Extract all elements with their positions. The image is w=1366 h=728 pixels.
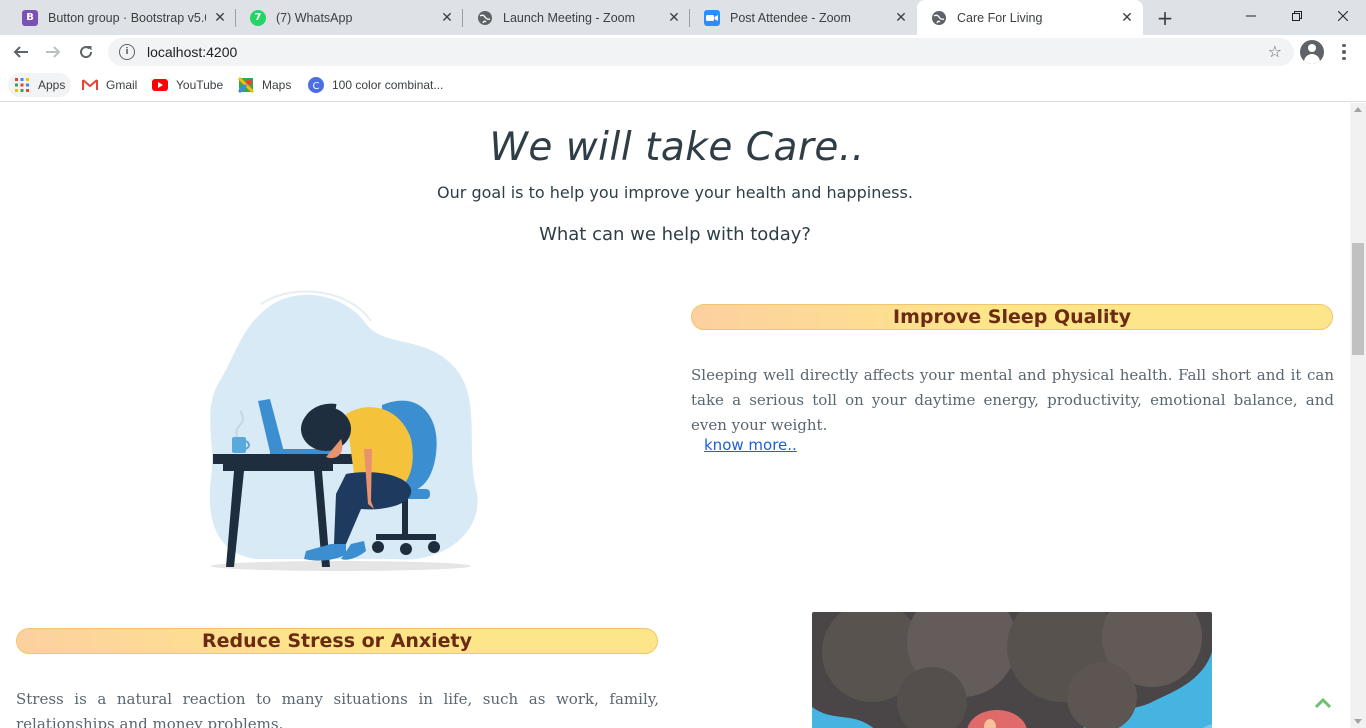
profile-avatar-icon[interactable] xyxy=(1300,40,1324,64)
tab-title: Care For Living xyxy=(957,10,1043,25)
close-tab-icon[interactable]: ✕ xyxy=(1119,10,1135,26)
scrollbar-thumb[interactable] xyxy=(1352,243,1364,355)
bookmark-label: 100 color combinat... xyxy=(332,78,444,92)
bookmark-label: Apps xyxy=(38,78,66,92)
tab-title: Launch Meeting - Zoom xyxy=(503,10,636,25)
storm-cloud-image xyxy=(812,612,1212,728)
bookmark-youtube[interactable]: YouTube xyxy=(146,73,229,97)
tab-care-for-living[interactable]: Care For Living ✕ xyxy=(917,0,1143,35)
new-tab-button[interactable]: + xyxy=(1153,6,1177,30)
scroll-to-top-icon[interactable] xyxy=(1314,695,1332,709)
scroll-down-icon[interactable] xyxy=(1354,719,1362,724)
tab-title: Post Attendee - Zoom xyxy=(730,10,851,25)
close-window-button[interactable] xyxy=(1320,0,1366,32)
tab-title: Button group · Bootstrap v5.0 xyxy=(48,10,206,25)
know-more-link[interactable]: know more.. xyxy=(704,436,797,454)
page-scrollbar[interactable] xyxy=(1350,103,1366,728)
bookmark-apps[interactable]: Apps xyxy=(8,73,72,97)
section-text-stress: Stress is a natural reaction to many sit… xyxy=(16,690,659,728)
svg-text:C: C xyxy=(313,81,320,92)
bookmark-maps[interactable]: Maps xyxy=(232,73,297,97)
page-title: We will take Care.. xyxy=(489,125,865,170)
browser-menu-icon[interactable] xyxy=(1336,41,1352,63)
section-text-sleep: Sleeping well directly affects your ment… xyxy=(691,366,1334,434)
tab-launch-meeting[interactable]: Launch Meeting - Zoom ✕ xyxy=(463,0,690,35)
address-bar[interactable]: i localhost:4200 ☆ xyxy=(108,38,1294,66)
tab-post-attendee[interactable]: Post Attendee - Zoom ✕ xyxy=(690,0,917,35)
minimize-button[interactable] xyxy=(1228,0,1274,32)
youtube-icon xyxy=(152,77,168,93)
reload-button[interactable] xyxy=(73,39,99,65)
canva-icon: C xyxy=(308,77,324,93)
maps-icon xyxy=(238,77,254,93)
info-icon[interactable]: i xyxy=(119,44,135,60)
forward-button[interactable] xyxy=(40,39,66,65)
help-question: What can we help with today? xyxy=(539,224,811,245)
tab-strip: B Button group · Bootstrap v5.0 ✕ 7 (7) … xyxy=(0,0,1366,35)
bookmarks-bar: Apps Gmail YouTube Maps C 100 color comb… xyxy=(0,69,1366,102)
whatsapp-icon: 7 xyxy=(250,9,266,26)
close-tab-icon[interactable]: ✕ xyxy=(666,10,682,26)
apps-grid-icon xyxy=(14,77,30,93)
tired-woman-illustration xyxy=(196,289,486,571)
bookmark-label: Maps xyxy=(262,78,292,92)
zoom-icon xyxy=(704,9,720,26)
bookmark-gmail[interactable]: Gmail xyxy=(76,73,143,97)
tab-bootstrap[interactable]: B Button group · Bootstrap v5.0 ✕ xyxy=(8,0,236,35)
bootstrap-icon: B xyxy=(22,9,38,26)
close-tab-icon[interactable]: ✕ xyxy=(439,10,455,26)
bookmark-color-combinations[interactable]: C 100 color combinat... xyxy=(302,73,449,97)
url-text: localhost:4200 xyxy=(147,44,238,60)
close-tab-icon[interactable]: ✕ xyxy=(212,10,228,26)
page-content: We will take Care.. Our goal is to help … xyxy=(0,103,1350,728)
restore-button[interactable] xyxy=(1274,0,1320,32)
bookmark-label: YouTube xyxy=(176,78,224,92)
bookmark-star-icon[interactable]: ☆ xyxy=(1268,42,1282,61)
section-heading-sleep: Improve Sleep Quality xyxy=(691,304,1333,330)
tab-whatsapp[interactable]: 7 (7) WhatsApp ✕ xyxy=(236,0,463,35)
browser-toolbar: i localhost:4200 ☆ xyxy=(0,35,1366,69)
bookmark-label: Gmail xyxy=(106,78,138,92)
close-tab-icon[interactable]: ✕ xyxy=(893,10,909,26)
tab-title: (7) WhatsApp xyxy=(276,10,353,25)
gmail-icon xyxy=(82,77,98,93)
globe-icon xyxy=(931,10,947,26)
globe-icon xyxy=(477,10,493,26)
scroll-up-icon[interactable] xyxy=(1354,107,1362,112)
back-button[interactable] xyxy=(8,39,34,65)
page-subtitle: Our goal is to help you improve your hea… xyxy=(437,183,913,202)
section-heading-stress: Reduce Stress or Anxiety xyxy=(16,628,658,654)
